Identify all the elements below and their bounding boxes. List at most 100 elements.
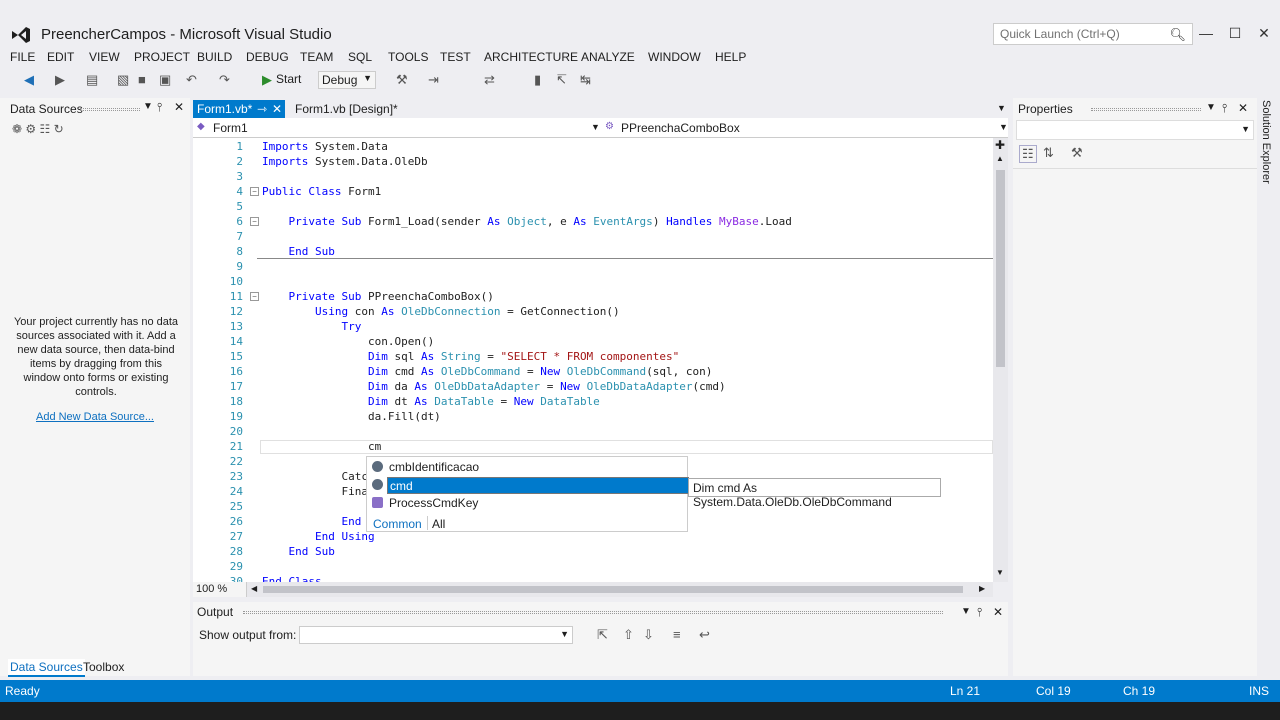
tab-overflow-icon[interactable]: ▼ bbox=[997, 103, 1006, 113]
pin-icon[interactable]: ⫯ bbox=[157, 100, 162, 115]
tab-toolbox[interactable]: Toolbox bbox=[83, 660, 124, 674]
collapse-icon[interactable]: − bbox=[250, 292, 259, 301]
menu-tools[interactable]: TOOLS bbox=[388, 50, 428, 64]
code-line[interactable]: Imports System.Data bbox=[262, 140, 388, 153]
code-line[interactable]: Private Sub PPreenchaComboBox() bbox=[262, 290, 494, 303]
close-icon[interactable]: ✕ bbox=[993, 605, 1003, 619]
collapse-icon[interactable]: − bbox=[250, 217, 259, 226]
code-line[interactable]: Dim sql As String = "SELECT * FROM compo… bbox=[262, 350, 679, 363]
bookmark-next-icon[interactable]: ↹ bbox=[580, 72, 591, 88]
drag-grip[interactable] bbox=[1091, 108, 1201, 111]
pin-icon[interactable]: ⇾ bbox=[257, 102, 267, 116]
tab-form1-vb[interactable]: Form1.vb* ⇾ ✕ bbox=[193, 100, 285, 118]
drag-grip[interactable] bbox=[243, 611, 943, 614]
code-line[interactable]: End Class bbox=[262, 575, 322, 582]
code-line[interactable]: Fina bbox=[262, 485, 368, 498]
scrollbar-thumb[interactable] bbox=[263, 586, 963, 593]
minimize-button[interactable]: — bbox=[1192, 22, 1220, 44]
class-dropdown[interactable]: ◆ Form1 ▼ bbox=[195, 120, 600, 136]
scroll-left-icon[interactable]: ◀ bbox=[251, 584, 257, 593]
horizontal-scrollbar[interactable]: 100 % ◀ ▶ bbox=[193, 582, 993, 597]
pin-icon[interactable]: ⫯ bbox=[1222, 101, 1227, 116]
back-icon[interactable]: ◀ bbox=[24, 72, 34, 88]
drag-grip[interactable] bbox=[80, 108, 140, 111]
configure-icon[interactable]: ☷ bbox=[40, 122, 51, 136]
code-line[interactable]: Dim dt As DataTable = New DataTable bbox=[262, 395, 600, 408]
save-all-icon[interactable]: ▣ bbox=[159, 72, 171, 88]
solution-explorer-tab[interactable]: Solution Explorer bbox=[1258, 98, 1280, 198]
menu-analyze[interactable]: ANALYZE bbox=[581, 50, 635, 64]
quick-launch-input[interactable]: Quick Launch (Ctrl+Q) 🔍︎ bbox=[993, 23, 1193, 45]
prev-message-icon[interactable]: ⇧ bbox=[623, 627, 634, 643]
dropdown-icon[interactable]: ▼ bbox=[1206, 102, 1216, 113]
code-line[interactable]: Imports System.Data.OleDb bbox=[262, 155, 428, 168]
completion-item[interactable]: ProcessCmdKey bbox=[367, 495, 687, 512]
dropdown-icon[interactable]: ▼ bbox=[143, 101, 153, 112]
zoom-level[interactable]: 100 % bbox=[193, 582, 247, 597]
add-data-source-icon[interactable]: ❁ bbox=[12, 122, 22, 136]
menu-test[interactable]: TEST bbox=[440, 50, 471, 64]
add-new-data-source-link[interactable]: Add New Data Source... bbox=[0, 411, 190, 423]
refresh-icon[interactable]: ↻ bbox=[54, 122, 64, 136]
redo-icon[interactable]: ↷ bbox=[219, 72, 230, 88]
comment-icon[interactable]: ⇄ bbox=[484, 72, 495, 88]
edit-dataset-icon[interactable]: ⚙ bbox=[25, 122, 36, 136]
menu-architecture[interactable]: ARCHITECTURE bbox=[484, 50, 578, 64]
next-message-icon[interactable]: ⇩ bbox=[643, 627, 654, 643]
member-dropdown[interactable]: ⚙ PPreenchaComboBox ▼ bbox=[603, 120, 1008, 136]
close-window-button[interactable]: ✕ bbox=[1250, 22, 1278, 44]
scrollbar-thumb[interactable] bbox=[996, 170, 1005, 367]
maximize-button[interactable]: ☐ bbox=[1221, 22, 1249, 44]
menu-window[interactable]: WINDOW bbox=[648, 50, 701, 64]
scroll-up-icon[interactable]: ▲ bbox=[996, 154, 1004, 163]
undo-icon[interactable]: ↶ bbox=[186, 72, 197, 88]
code-line[interactable]: End Sub bbox=[262, 245, 335, 258]
completion-item-selected[interactable]: cmd bbox=[387, 477, 689, 494]
code-line[interactable]: da.Fill(dt) bbox=[262, 410, 441, 423]
code-line[interactable]: End Using bbox=[262, 530, 375, 543]
code-line[interactable]: cm bbox=[262, 440, 381, 453]
search-icon[interactable]: 🔍︎ bbox=[1169, 27, 1186, 43]
vertical-scrollbar[interactable]: ✚ ▲ ▼ bbox=[993, 138, 1008, 582]
alphabetical-icon[interactable]: ⇅ bbox=[1043, 145, 1054, 161]
menu-project[interactable]: PROJECT bbox=[134, 50, 190, 64]
code-line[interactable]: Try bbox=[262, 320, 361, 333]
new-project-icon[interactable]: ▤ bbox=[86, 72, 98, 88]
forward-icon[interactable]: ▶ bbox=[55, 72, 65, 88]
code-line[interactable]: Using con As OleDbConnection = GetConnec… bbox=[262, 305, 620, 318]
tab-all[interactable]: All bbox=[432, 517, 445, 531]
code-line[interactable]: con.Open() bbox=[262, 335, 434, 348]
code-line[interactable]: Public Class Form1 bbox=[262, 185, 381, 198]
tab-data-sources[interactable]: Data Sources bbox=[8, 659, 85, 677]
step-icon[interactable]: ⇥ bbox=[428, 72, 439, 88]
bookmark-icon[interactable]: ▮ bbox=[534, 72, 541, 88]
code-line[interactable]: End Sub bbox=[262, 545, 335, 558]
completion-item[interactable]: cmbIdentificacao bbox=[367, 459, 687, 476]
code-line[interactable]: Dim cmd As OleDbCommand = New OleDbComma… bbox=[262, 365, 712, 378]
collapse-icon[interactable]: − bbox=[250, 187, 259, 196]
tab-form1-design[interactable]: Form1.vb [Design]* bbox=[291, 100, 402, 118]
intellisense-popup[interactable]: cmbIdentificacao cmd ProcessCmdKey Commo… bbox=[366, 456, 689, 532]
close-icon[interactable]: ✕ bbox=[1238, 101, 1248, 115]
start-button[interactable]: Start bbox=[258, 72, 301, 86]
menu-sql[interactable]: SQL bbox=[348, 50, 372, 64]
output-source-select[interactable]: ▼ bbox=[299, 626, 573, 644]
menu-edit[interactable]: EDIT bbox=[47, 50, 74, 64]
menu-team[interactable]: TEAM bbox=[300, 50, 333, 64]
categorized-icon[interactable]: ☷ bbox=[1019, 145, 1037, 163]
code-line[interactable]: Private Sub Form1_Load(sender As Object,… bbox=[262, 215, 792, 228]
solution-config-select[interactable]: Debug ▼ bbox=[318, 71, 376, 89]
pin-icon[interactable]: ⫯ bbox=[977, 605, 982, 620]
close-icon[interactable]: ✕ bbox=[174, 100, 184, 114]
find-message-icon[interactable]: ⇱ bbox=[597, 627, 608, 643]
scroll-right-icon[interactable]: ▶ bbox=[979, 584, 985, 593]
code-line[interactable]: Catc bbox=[262, 470, 368, 483]
menu-file[interactable]: FILE bbox=[10, 50, 35, 64]
property-pages-icon[interactable]: ⚒ bbox=[1071, 145, 1083, 161]
bookmark-prev-icon[interactable]: ↸ bbox=[556, 72, 567, 88]
menu-help[interactable]: HELP bbox=[715, 50, 746, 64]
menu-view[interactable]: VIEW bbox=[89, 50, 120, 64]
word-wrap-icon[interactable]: ↩ bbox=[699, 627, 710, 643]
tab-common[interactable]: Common bbox=[373, 517, 422, 531]
save-icon[interactable]: ■ bbox=[138, 72, 146, 87]
